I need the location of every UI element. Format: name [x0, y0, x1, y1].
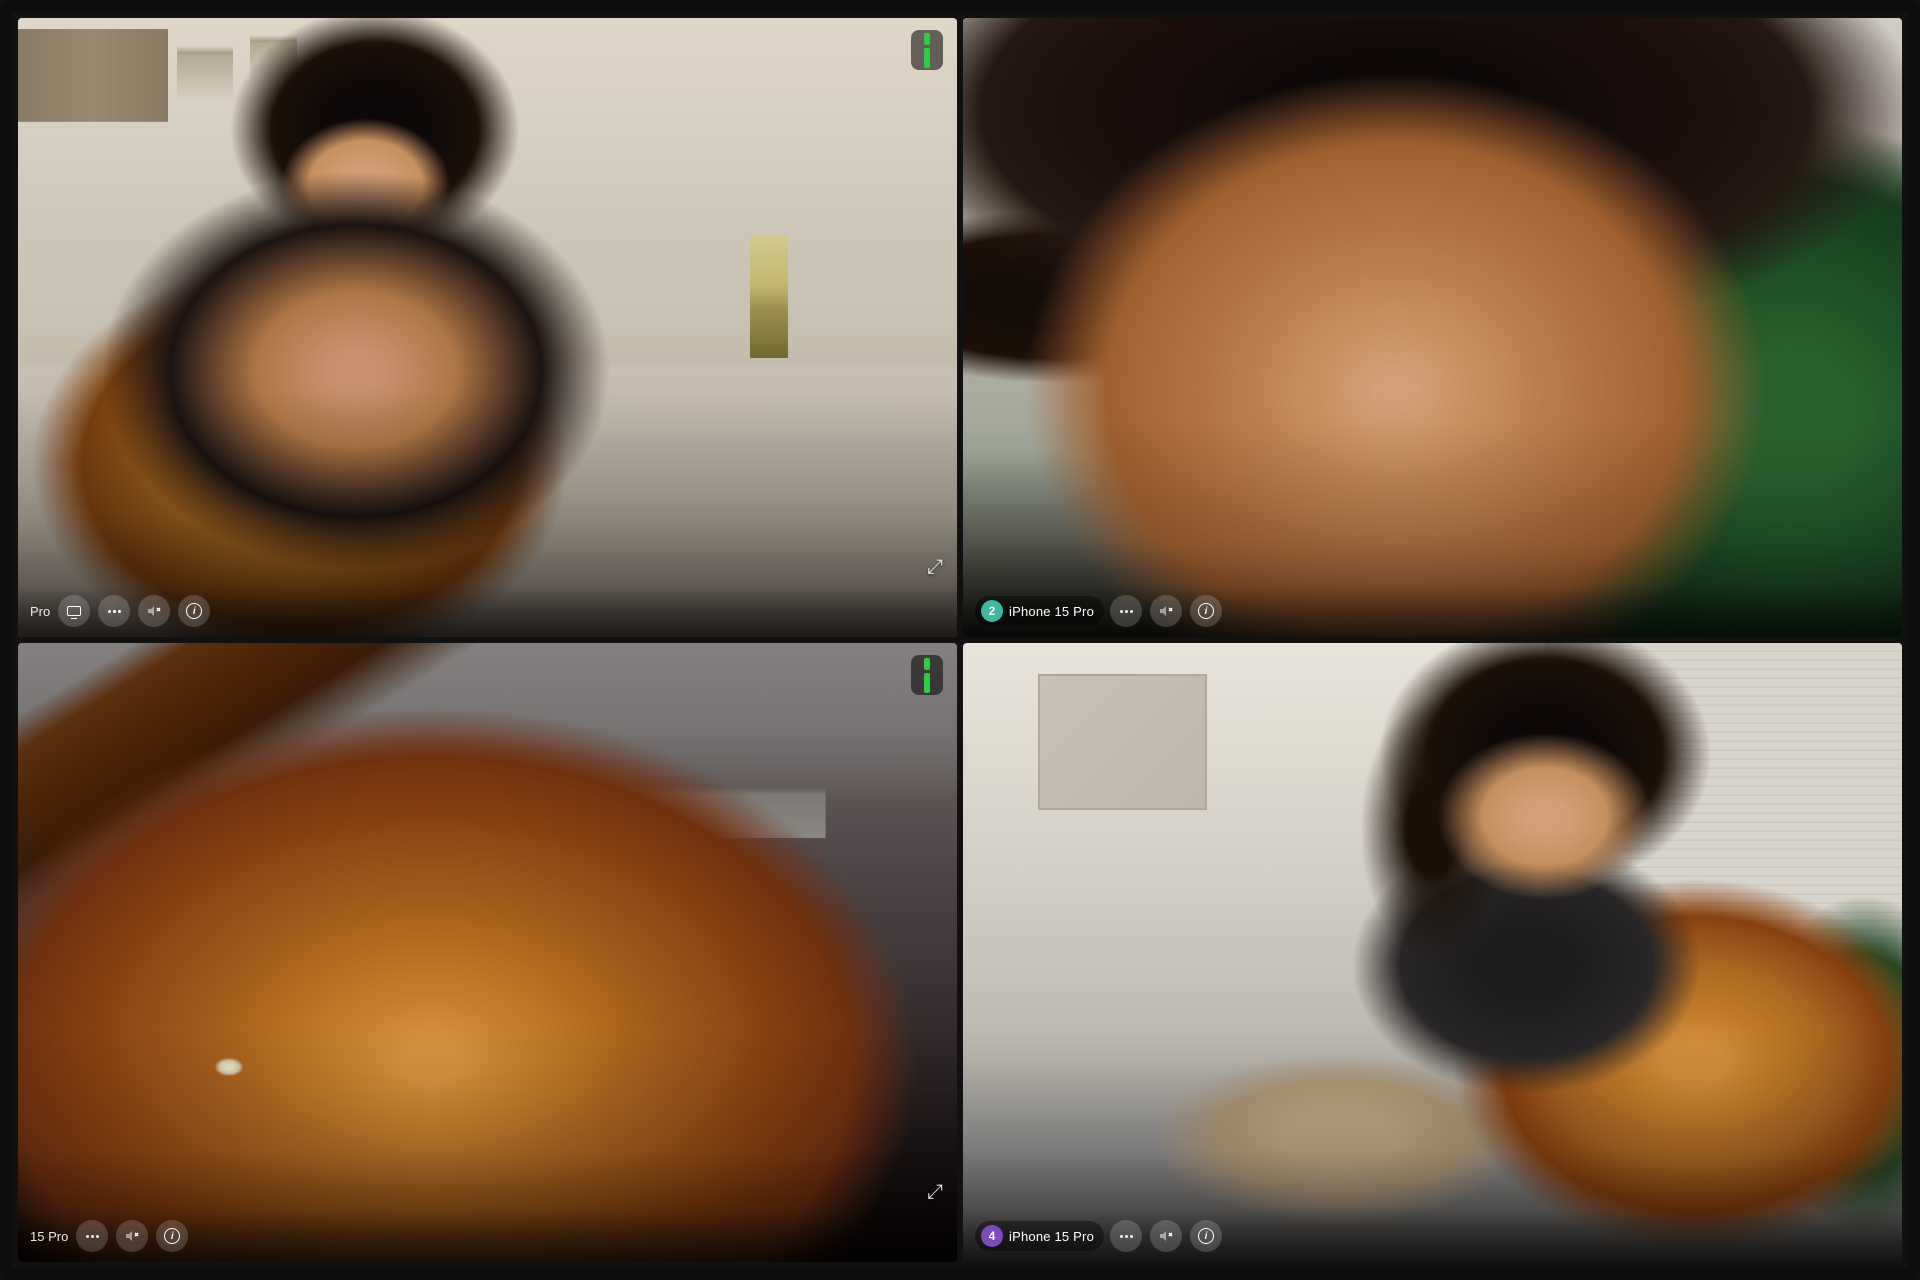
monitor-icon-1	[67, 606, 81, 616]
info-icon-2: i	[1198, 603, 1214, 619]
cell-4-controls: 4 iPhone 15 Pro i	[963, 1210, 1902, 1262]
info-icon-1: i	[186, 603, 202, 619]
mute-icon-4	[1159, 1229, 1173, 1243]
mute-button-2[interactable]	[1150, 595, 1182, 627]
video-cell-2: 2 iPhone 15 Pro i	[963, 18, 1902, 637]
resize-handle-3[interactable]: ⤢	[927, 1181, 943, 1204]
app-frame: ⤢ Pro	[0, 0, 1920, 1280]
mute-icon-2	[1159, 604, 1173, 618]
cell-3-controls: 15 Pro i	[18, 1210, 957, 1262]
info-button-4[interactable]: i	[1190, 1220, 1222, 1252]
cell-1-lamp	[750, 235, 788, 359]
options-button-3[interactable]	[76, 1220, 108, 1252]
cell-3-overlay	[18, 643, 957, 1262]
cell-2-controls: 2 iPhone 15 Pro i	[963, 585, 1902, 637]
cell-3-partial-label: 15 Pro	[30, 1229, 68, 1244]
rec-bar-3a	[924, 658, 930, 670]
info-button-2[interactable]: i	[1190, 595, 1222, 627]
cell-2-overlay	[963, 18, 1902, 637]
badge-number-4: 4	[981, 1225, 1003, 1247]
device-badge-2: 2 iPhone 15 Pro	[975, 596, 1104, 626]
cell-1-controls: Pro i	[18, 585, 957, 637]
device-label-4: iPhone 15 Pro	[1009, 1229, 1094, 1244]
rec-indicator-1	[911, 30, 943, 70]
rec-indicator-3	[911, 655, 943, 695]
dots-icon-4	[1120, 1235, 1133, 1238]
mute-icon-3	[125, 1229, 139, 1243]
video-cell-1: ⤢ Pro	[18, 18, 957, 637]
monitor-button-1[interactable]	[58, 595, 90, 627]
device-label-2: iPhone 15 Pro	[1009, 604, 1094, 619]
video-cell-3: ⤢ 15 Pro i	[18, 643, 957, 1262]
dots-icon-1	[108, 610, 121, 613]
cell-1-person	[18, 18, 957, 637]
video-grid: ⤢ Pro	[18, 18, 1902, 1262]
dots-icon-3	[86, 1235, 99, 1238]
info-icon-4: i	[1198, 1228, 1214, 1244]
info-button-1[interactable]: i	[178, 595, 210, 627]
mute-button-3[interactable]	[116, 1220, 148, 1252]
options-button-2[interactable]	[1110, 595, 1142, 627]
options-button-1[interactable]	[98, 595, 130, 627]
badge-number-2: 2	[981, 600, 1003, 622]
mute-button-4[interactable]	[1150, 1220, 1182, 1252]
rec-bar-1b	[924, 48, 930, 68]
resize-handle-1[interactable]: ⤢	[927, 556, 943, 579]
cell-4-overlay	[963, 643, 1902, 1262]
mute-icon-1	[147, 604, 161, 618]
info-button-3[interactable]: i	[156, 1220, 188, 1252]
device-badge-4: 4 iPhone 15 Pro	[975, 1221, 1104, 1251]
video-cell-4: 4 iPhone 15 Pro i	[963, 643, 1902, 1262]
dots-icon-2	[1120, 610, 1133, 613]
options-button-4[interactable]	[1110, 1220, 1142, 1252]
rec-bar-1a	[924, 33, 930, 45]
info-icon-3: i	[164, 1228, 180, 1244]
cell-1-partial-label: Pro	[30, 604, 50, 619]
mute-button-1[interactable]	[138, 595, 170, 627]
rec-bar-3b	[924, 673, 930, 693]
